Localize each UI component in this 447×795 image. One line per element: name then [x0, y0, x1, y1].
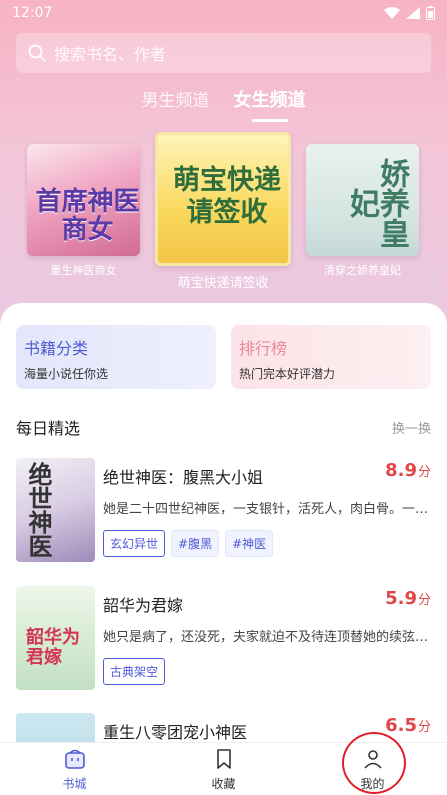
nav-label: 我的	[360, 776, 385, 791]
book-description: 她是二十四世纪神医，一支银针，活死人，肉白骨。一…	[103, 502, 429, 517]
status-icons	[384, 6, 435, 20]
card-title: 排行榜	[239, 339, 288, 358]
search-icon	[28, 44, 46, 62]
bookstore-icon	[64, 749, 85, 769]
book-score: 8.9分	[385, 460, 431, 481]
section-title: 每日精选	[16, 419, 81, 438]
book-cover	[16, 713, 95, 743]
tag[interactable]: #腹黑	[171, 530, 220, 557]
tab-female-channel[interactable]: 女生频道	[234, 86, 306, 122]
nav-item-bookstore[interactable]: 书城	[0, 743, 149, 795]
tag[interactable]: 玄幻异世	[103, 530, 166, 557]
profile-icon	[363, 749, 382, 769]
nav-item-bookmarks[interactable]: 收藏	[149, 743, 298, 795]
refresh-button[interactable]: 换一换	[392, 418, 431, 437]
tab-male-channel[interactable]: 男生频道	[142, 86, 210, 122]
featured-book-2[interactable]: 萌宝快递请签收 萌宝快递请签收	[155, 132, 291, 291]
book-category-card[interactable]: 书籍分类 海量小说任你选	[16, 325, 216, 389]
list-item[interactable]: 重生八零团宠小神医 6.5分	[16, 713, 431, 743]
featured-label: 清穿之娇养皇妃	[324, 264, 401, 277]
book-score: 5.9分	[385, 588, 431, 609]
status-time: 12:07	[12, 5, 53, 21]
cover-title: 萌宝快递请签收	[173, 165, 281, 228]
score-value: 5.9	[385, 588, 417, 609]
wifi-icon	[384, 7, 400, 19]
score-unit: 分	[417, 593, 431, 608]
book-cover: 首席神医商女	[27, 144, 140, 256]
nav-label: 收藏	[211, 776, 236, 791]
featured-label: 萌宝快递请签收	[177, 276, 269, 291]
list-item[interactable]: 绝世神医 绝世神医：腹黑大小姐 8.9分 她是二十四世纪神医，一支银针，活死人，…	[16, 458, 431, 562]
cover-title: 首席神医商女	[35, 187, 140, 245]
search-placeholder: 搜索书名、作者	[54, 45, 167, 64]
book-cover: 娇养皇妃	[306, 144, 419, 256]
tag[interactable]: 古典架空	[103, 658, 166, 685]
book-tags: 古典架空	[103, 658, 166, 685]
book-title: 韶华为君嫁	[103, 596, 184, 615]
nav-item-profile[interactable]: 我的	[298, 743, 447, 795]
score-value: 8.9	[385, 460, 417, 481]
bookmark-icon	[216, 748, 231, 769]
bottom-nav: 书城 收藏 我的	[0, 742, 447, 795]
book-description: 她只是病了，还没死，夫家就迫不及待连顶替她的续弦…	[103, 630, 429, 645]
channel-tabs: 男生频道 女生频道	[0, 86, 447, 122]
cover-title: 娇养皇妃	[344, 158, 409, 248]
score-unit: 分	[417, 465, 431, 480]
book-title: 重生八零团宠小神医	[103, 723, 248, 742]
score-unit: 分	[417, 720, 431, 735]
featured-label: 重生神医商女	[50, 264, 117, 277]
main-content: 书籍分类 海量小说任你选 排行榜 热门完本好评潜力 每日精选 换一换 绝世神医 …	[0, 303, 447, 743]
card-subtitle: 热门完本好评潜力	[239, 367, 336, 381]
list-item[interactable]: 韶华为君嫁 韶华为君嫁 5.9分 她只是病了，还没死，夫家就迫不及待连顶替她的续…	[16, 586, 431, 690]
book-cover: 绝世神医	[16, 458, 95, 562]
book-cover: 韶华为君嫁	[16, 586, 95, 690]
card-subtitle: 海量小说任你选	[24, 367, 109, 381]
nav-label: 书城	[62, 776, 87, 791]
ranking-card[interactable]: 排行榜 热门完本好评潜力	[231, 325, 431, 389]
category-cards: 书籍分类 海量小说任你选 排行榜 热门完本好评潜力	[16, 325, 431, 389]
book-tags: 玄幻异世 #腹黑 #神医	[103, 530, 274, 557]
tag[interactable]: #神医	[225, 530, 274, 557]
battery-icon	[426, 6, 435, 20]
book-cover: 萌宝快递请签收	[155, 132, 291, 266]
daily-picks-header: 每日精选 换一换	[16, 415, 431, 439]
featured-book-3[interactable]: 娇养皇妃 清穿之娇养皇妃	[306, 144, 419, 278]
status-bar: 12:07	[0, 0, 447, 26]
card-title: 书籍分类	[24, 339, 89, 358]
score-value: 6.5	[385, 715, 417, 736]
cover-title: 韶华为君嫁	[26, 627, 80, 668]
search-input[interactable]: 搜索书名、作者	[16, 33, 431, 73]
cover-title: 绝世神医	[24, 462, 52, 558]
signal-icon	[406, 7, 420, 19]
book-title: 绝世神医：腹黑大小姐	[103, 468, 264, 487]
featured-book-1[interactable]: 首席神医商女 重生神医商女	[27, 144, 140, 278]
book-score: 6.5分	[385, 715, 431, 736]
